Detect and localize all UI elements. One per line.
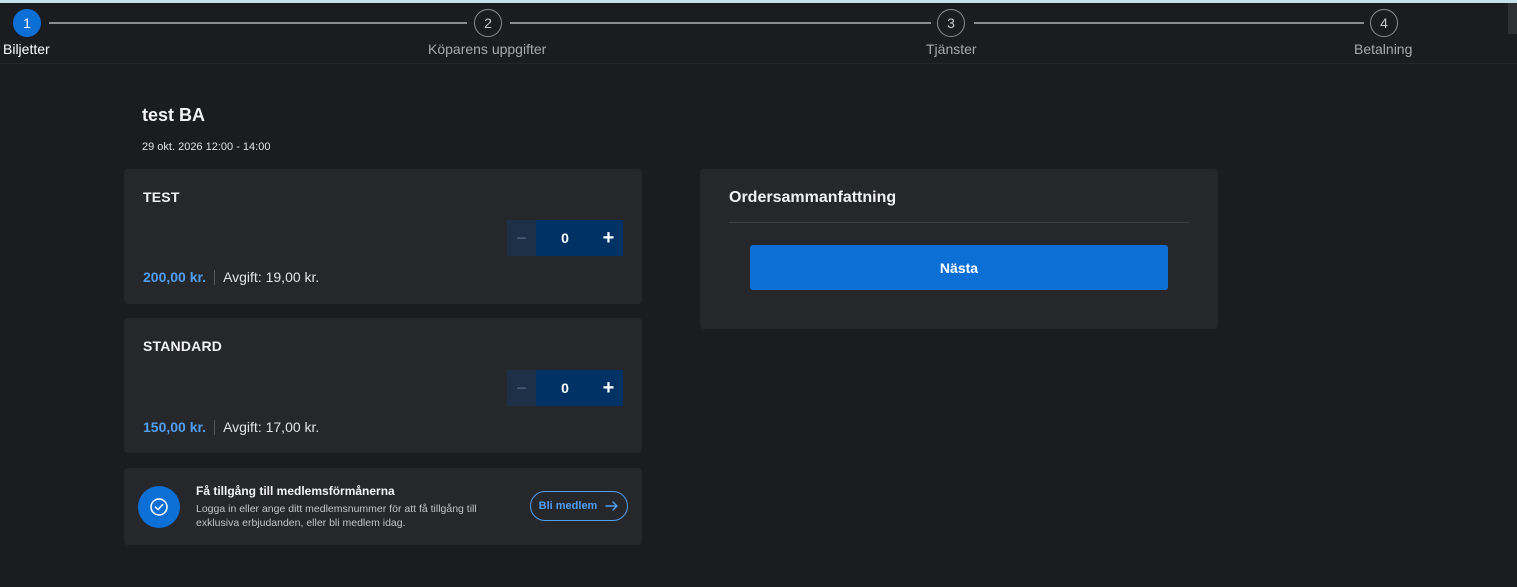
order-summary-title: Ordersammanfattning <box>729 189 897 206</box>
membership-card: Få tillgång till medlemsförmånerna Logga… <box>124 468 642 545</box>
step-4-label[interactable]: Betalning <box>1354 41 1412 57</box>
quantity-stepper: − 0 + <box>507 370 623 406</box>
quantity-value: 0 <box>536 370 594 406</box>
event-title: test BA <box>142 105 206 125</box>
price-row: 150,00 kr. Avgift: 17,00 kr. <box>143 419 319 435</box>
decrease-quantity-button[interactable]: − <box>507 370 536 406</box>
membership-title: Få tillgång till medlemsförmånerna <box>196 484 395 498</box>
increase-quantity-button[interactable]: + <box>594 220 623 256</box>
step-2-label[interactable]: Köparens uppgifter <box>428 41 546 57</box>
ticket-fee: Avgift: 17,00 kr. <box>223 419 320 435</box>
quantity-value: 0 <box>536 220 594 256</box>
ticket-price: 150,00 kr. <box>143 419 207 435</box>
order-summary-card: Ordersammanfattning Nästa <box>700 169 1218 329</box>
price-separator <box>214 269 216 285</box>
step-2-indicator[interactable]: 2 <box>474 9 502 37</box>
ticket-price: 200,00 kr. <box>143 269 207 285</box>
event-date: 29 okt. 2026 12:00 - 14:00 <box>142 141 271 153</box>
step-3-label[interactable]: Tjänster <box>926 41 977 57</box>
increase-quantity-button[interactable]: + <box>594 370 623 406</box>
become-member-label: Bli medlem <box>538 500 598 512</box>
step-connector <box>49 22 467 24</box>
become-member-button[interactable]: Bli medlem <box>530 491 628 521</box>
check-circle-icon <box>138 486 180 528</box>
decrease-quantity-button[interactable]: − <box>507 220 536 256</box>
arrow-right-icon <box>605 501 619 511</box>
step-1-indicator[interactable]: 1 <box>13 9 41 37</box>
summary-divider <box>729 222 1189 223</box>
quantity-stepper: − 0 + <box>507 220 623 256</box>
step-connector <box>510 22 931 24</box>
ticket-fee: Avgift: 19,00 kr. <box>223 269 320 285</box>
membership-description: Logga in eller ange ditt medlemsnummer f… <box>196 503 477 529</box>
scrollbar-edge <box>1508 3 1517 34</box>
ticket-name: TEST <box>143 189 180 205</box>
step-3-indicator[interactable]: 3 <box>937 9 965 37</box>
next-button[interactable]: Nästa <box>750 245 1168 290</box>
checkout-stepper: 1 2 3 4 Biljetter Köparens uppgifter Tjä… <box>0 3 1517 64</box>
price-separator <box>214 419 216 435</box>
ticket-card-test: TEST − 0 + 200,00 kr. Avgift: 19,00 kr. <box>124 169 642 304</box>
step-connector <box>974 22 1364 24</box>
ticket-card-standard: STANDARD − 0 + 150,00 kr. Avgift: 17,00 … <box>124 318 642 453</box>
step-1-label[interactable]: Biljetter <box>3 41 50 57</box>
price-row: 200,00 kr. Avgift: 19,00 kr. <box>143 269 319 285</box>
step-4-indicator[interactable]: 4 <box>1370 9 1398 37</box>
ticket-name: STANDARD <box>143 338 223 354</box>
